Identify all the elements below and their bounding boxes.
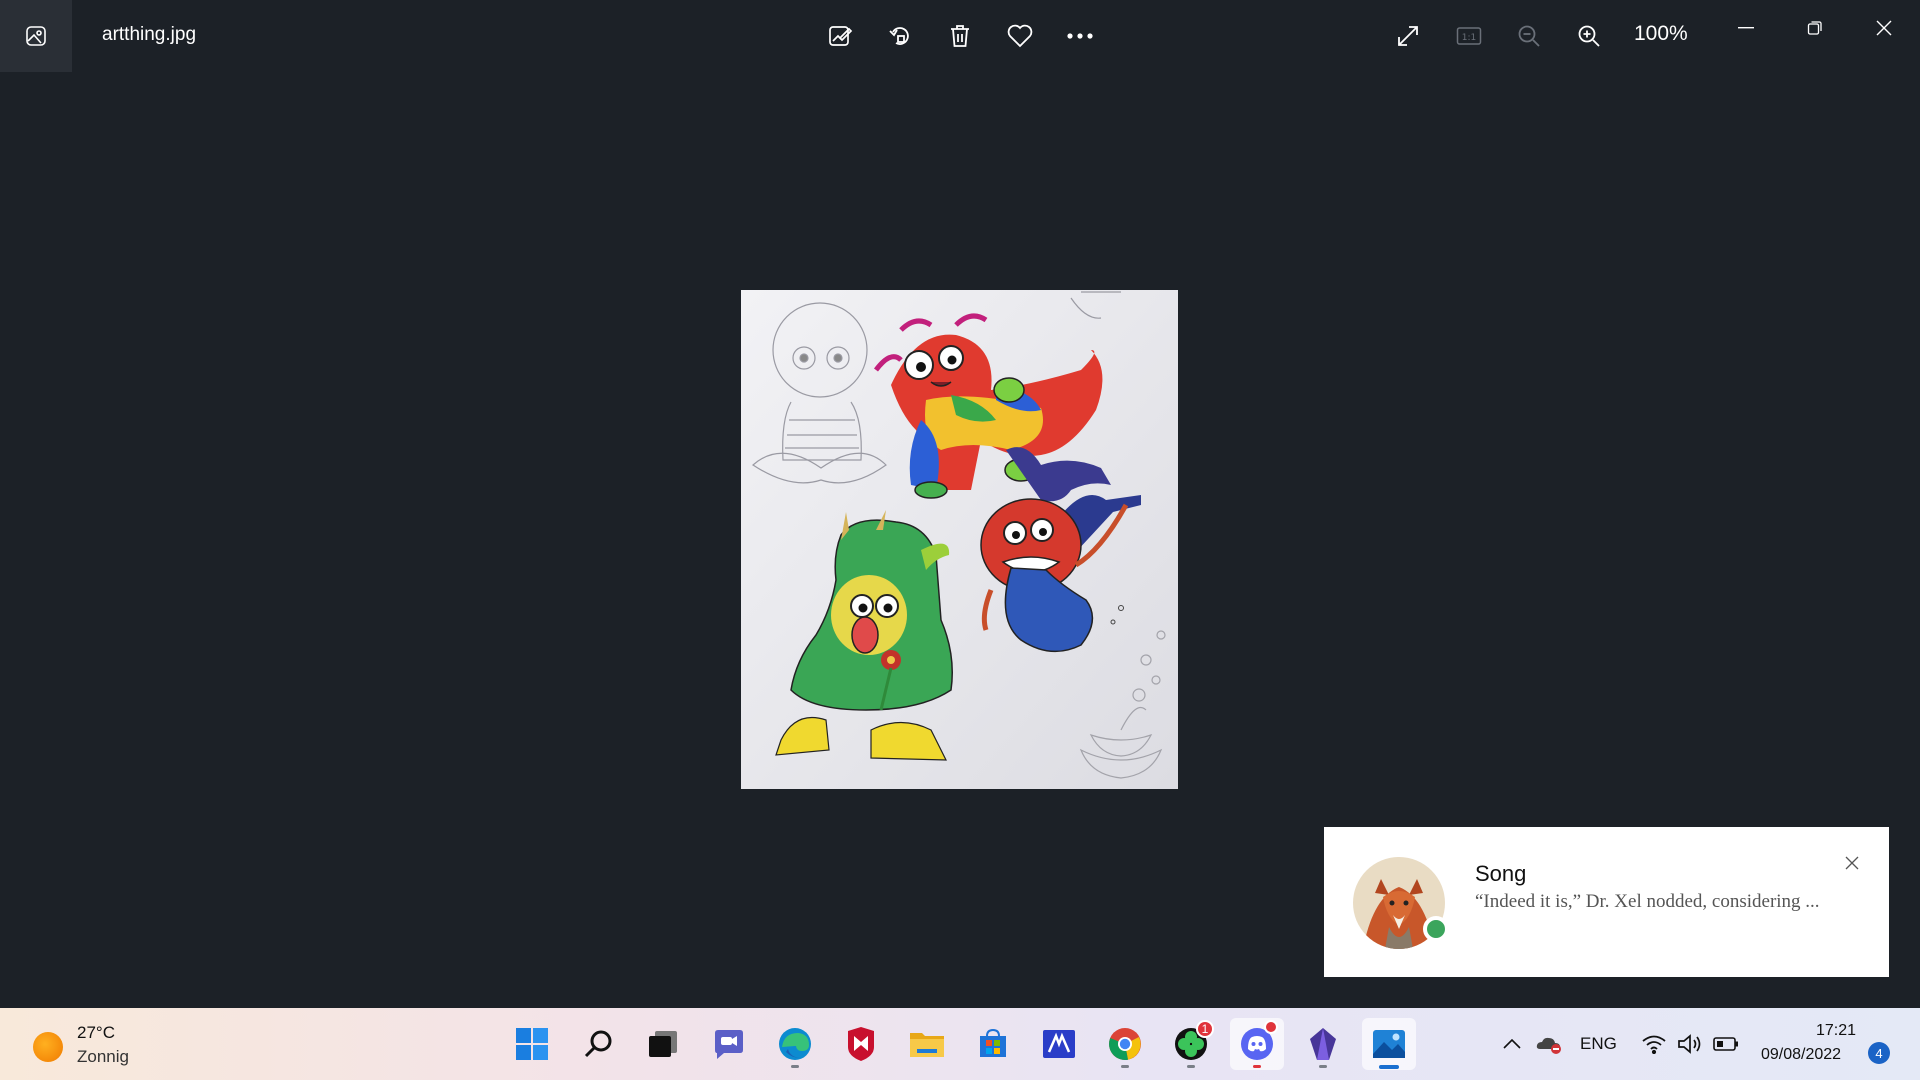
edge-browser-icon[interactable]	[768, 1018, 822, 1070]
zoom-in-icon[interactable]	[1569, 16, 1609, 56]
restore-icon[interactable]	[1787, 8, 1843, 48]
photos-app-taskbar-icon[interactable]	[1362, 1018, 1416, 1070]
weather-condition[interactable]: Zonnig	[77, 1047, 129, 1067]
obsidian-icon[interactable]	[1296, 1018, 1350, 1070]
weather-sun-icon[interactable]	[33, 1032, 63, 1062]
taskbar: 27°C Zonnig 1 ENG 17:21 09/08/2022 4	[0, 1008, 1920, 1080]
clover-app-icon[interactable]: 1	[1164, 1018, 1218, 1070]
running-indicator	[791, 1065, 799, 1068]
running-indicator	[1319, 1065, 1327, 1068]
weather-temperature[interactable]: 27°C	[77, 1023, 115, 1043]
show-hidden-icons-chevron-icon[interactable]	[1500, 1032, 1524, 1056]
battery-icon[interactable]	[1712, 1032, 1740, 1056]
discord-icon[interactable]	[1230, 1018, 1284, 1070]
clock-date[interactable]: 09/08/2022	[1761, 1046, 1841, 1064]
discord-unread-dot	[1264, 1020, 1278, 1034]
notification-count-badge[interactable]: 4	[1868, 1042, 1890, 1064]
minimize-icon[interactable]	[1718, 8, 1774, 48]
favorite-icon[interactable]	[1000, 16, 1040, 56]
file-name: artthing.jpg	[102, 24, 197, 45]
edit-image-icon[interactable]	[820, 16, 860, 56]
chrome-browser-icon[interactable]	[1098, 1018, 1152, 1070]
photo-canvas	[741, 290, 1178, 789]
volume-icon[interactable]	[1676, 1032, 1704, 1056]
close-icon[interactable]	[1856, 8, 1912, 48]
clock-time[interactable]: 17:21	[1810, 1022, 1856, 1040]
online-status-dot	[1423, 916, 1449, 942]
search-icon[interactable]	[571, 1018, 625, 1070]
zoom-level[interactable]: 100%	[1634, 22, 1688, 46]
close-notification-icon[interactable]	[1838, 849, 1866, 877]
photos-app-icon[interactable]	[0, 0, 72, 72]
svg-text:1:1: 1:1	[1462, 33, 1476, 43]
fullscreen-icon[interactable]	[1388, 16, 1428, 56]
notification-toast[interactable]: Song “Indeed it is,” Dr. Xel nodded, con…	[1324, 827, 1889, 977]
rotate-icon[interactable]	[880, 16, 920, 56]
notification-body: “Indeed it is,” Dr. Xel nodded, consider…	[1475, 891, 1820, 912]
delete-icon[interactable]	[940, 16, 980, 56]
visual-studio-icon[interactable]	[1032, 1018, 1086, 1070]
running-indicator	[1253, 1065, 1261, 1068]
wifi-icon[interactable]	[1640, 1032, 1668, 1056]
active-indicator	[1379, 1065, 1399, 1069]
more-icon[interactable]	[1060, 16, 1100, 56]
teams-chat-icon[interactable]	[702, 1018, 756, 1070]
microsoft-store-icon[interactable]	[966, 1018, 1020, 1070]
clover-notification-badge: 1	[1196, 1020, 1214, 1038]
start-button[interactable]	[505, 1018, 559, 1070]
mcafee-icon[interactable]	[834, 1018, 888, 1070]
title-bar: artthing.jpg 1:1 100%	[0, 0, 1920, 72]
notification-title: Song	[1475, 861, 1527, 886]
task-view-icon[interactable]	[636, 1018, 690, 1070]
language-indicator[interactable]: ENG	[1580, 1034, 1617, 1054]
running-indicator	[1121, 1065, 1129, 1068]
onedrive-icon[interactable]	[1534, 1032, 1564, 1056]
zoom-out-icon[interactable]	[1509, 16, 1549, 56]
actual-size-icon[interactable]: 1:1	[1449, 16, 1489, 56]
running-indicator	[1187, 1065, 1195, 1068]
file-explorer-icon[interactable]	[900, 1018, 954, 1070]
